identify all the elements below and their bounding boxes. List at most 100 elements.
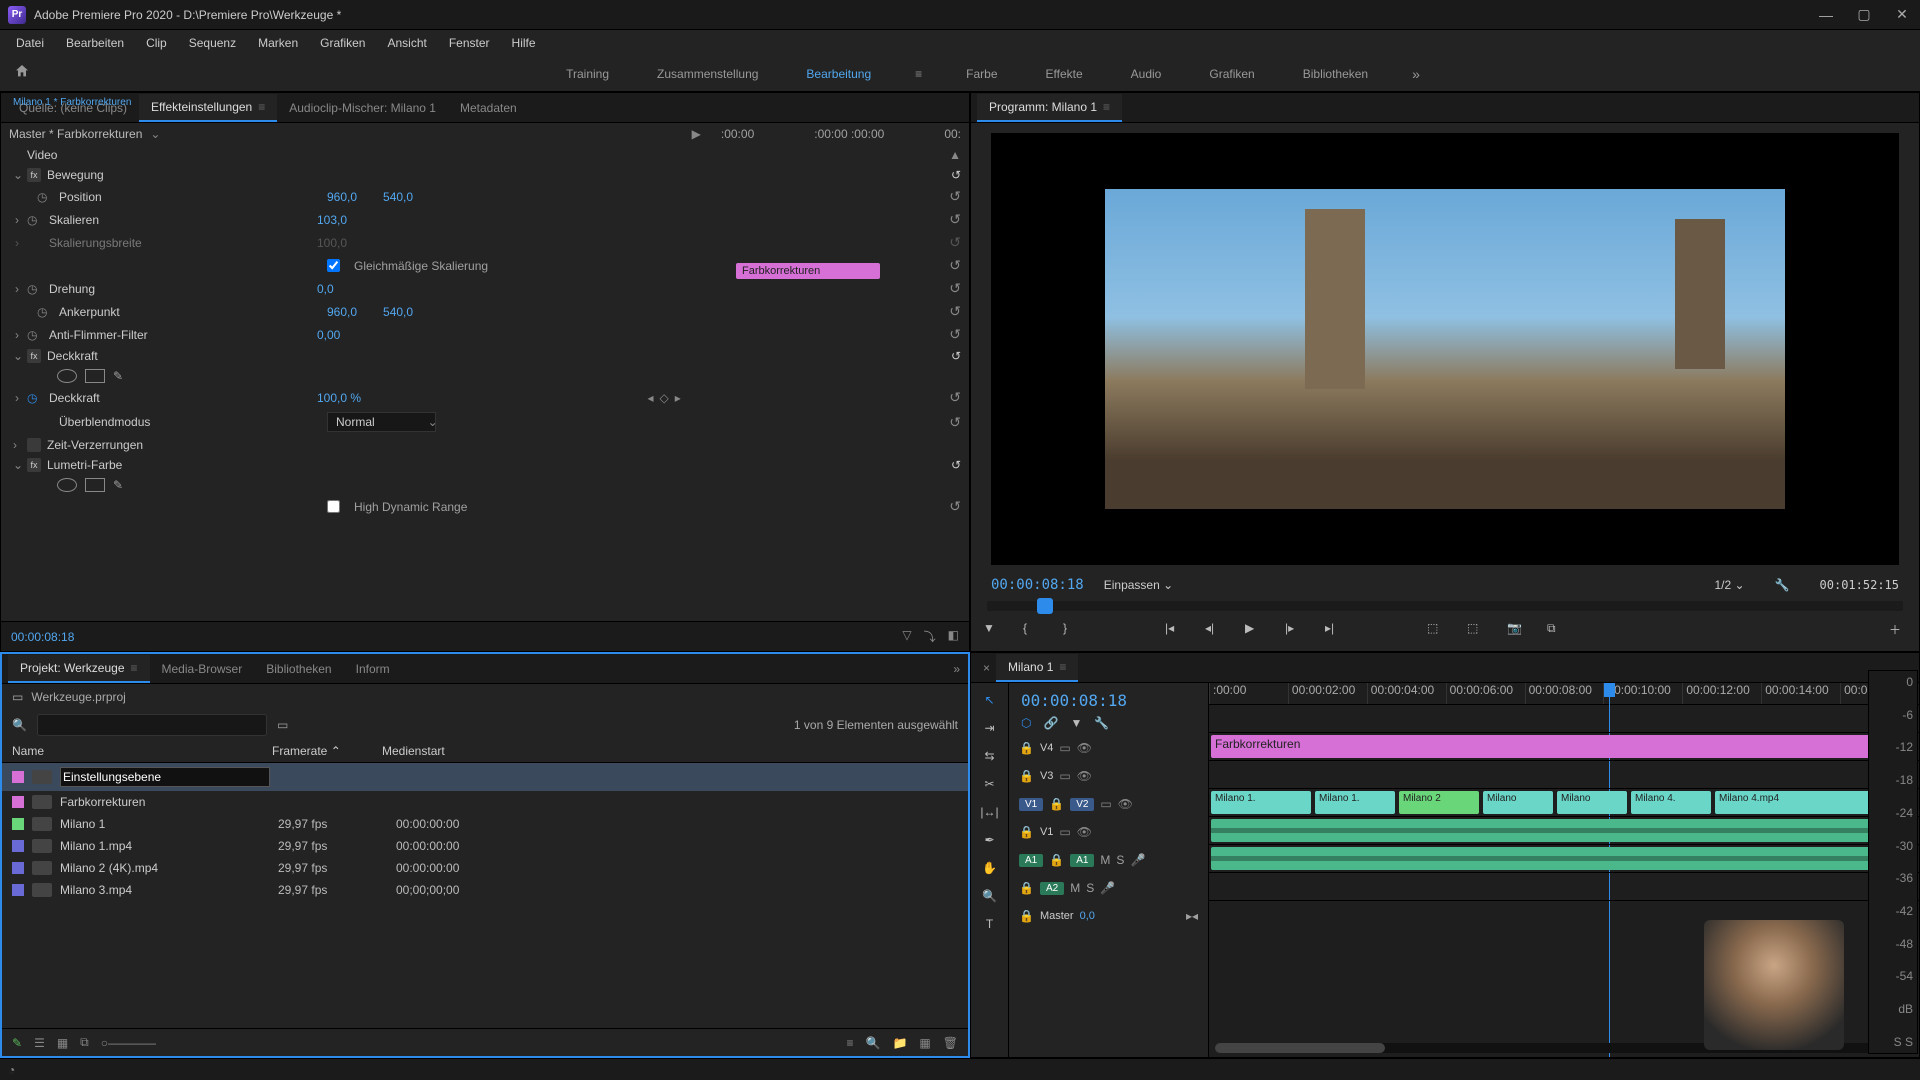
mask-ellipse-icon[interactable] [57, 369, 77, 383]
track-v4-label[interactable]: V4 [1040, 742, 1053, 754]
track-select-tool-icon[interactable]: ⇥ [984, 721, 994, 735]
mute-button[interactable]: M [1100, 853, 1110, 867]
track-a1-tag[interactable]: A1 [1070, 854, 1094, 867]
clip-video[interactable]: Milano 1. [1315, 791, 1395, 814]
workspace-grafiken[interactable]: Grafiken [1205, 59, 1258, 89]
enter-icon[interactable]: ⤵ [924, 628, 936, 645]
anker-y[interactable]: 540,0 [383, 305, 413, 319]
workspace-bibliotheken[interactable]: Bibliotheken [1299, 59, 1372, 89]
lift-icon[interactable]: ⬚ [1427, 621, 1445, 639]
project-row[interactable]: Milano 1 29,97 fps 00:00:00:00 [2, 813, 968, 835]
tab-metadaten[interactable]: Metadaten [448, 95, 529, 121]
close-sequence-icon[interactable]: × [977, 655, 996, 681]
project-row[interactable]: Farbkorrekturen [2, 791, 968, 813]
settings-icon[interactable]: 🔧 [1094, 716, 1109, 730]
list-view-icon[interactable]: ☰ [34, 1036, 45, 1050]
label-color-chip[interactable] [12, 818, 24, 830]
hdr-checkbox[interactable] [327, 500, 340, 513]
mark-in-icon[interactable]: { [1023, 621, 1041, 639]
tab-inform[interactable]: Inform [344, 656, 402, 682]
col-name[interactable]: Name [12, 744, 272, 758]
icon-view-icon[interactable]: ▦ [57, 1036, 68, 1050]
zoom-slider[interactable]: ○———— [101, 1036, 156, 1050]
timeline-timecode[interactable]: 00:00:08:18 [1013, 689, 1204, 712]
program-scrubber[interactable] [987, 601, 1903, 611]
reset-icon[interactable]: ↺ [949, 234, 961, 251]
export-frame-icon[interactable]: 📷 [1507, 621, 1525, 639]
voice-over-icon[interactable]: 🎤 [1130, 853, 1145, 867]
panel-menu-icon[interactable]: ≡ [258, 100, 265, 114]
filter-icon[interactable]: ▽ [902, 628, 911, 645]
lock-icon[interactable]: 🔒 [1019, 881, 1034, 895]
pen-tool-icon[interactable]: ✒ [984, 833, 994, 847]
reset-icon[interactable]: ↺ [949, 389, 961, 406]
reset-icon[interactable]: ↺ [949, 414, 961, 431]
menu-fenster[interactable]: Fenster [439, 32, 500, 54]
next-keyframe-icon[interactable]: ▸ [675, 391, 681, 405]
toggle-output-icon[interactable]: ▭ [1059, 825, 1070, 839]
menu-clip[interactable]: Clip [136, 32, 177, 54]
reset-icon[interactable]: ↺ [949, 280, 961, 297]
home-icon[interactable] [14, 63, 36, 85]
auto-sequence-icon[interactable]: ≡ [847, 1036, 854, 1050]
resolution-dropdown[interactable]: 1/2 ⌄ [1714, 578, 1744, 592]
lock-icon[interactable]: 🔒 [1019, 825, 1034, 839]
freeform-view-icon[interactable]: ⧉ [80, 1035, 89, 1050]
col-framerate[interactable]: Framerate ⌃ [272, 744, 382, 758]
stopwatch-icon[interactable]: ◷ [27, 282, 41, 296]
add-keyframe-icon[interactable]: ◇ [660, 391, 669, 405]
ripple-tool-icon[interactable]: ⇆ [984, 749, 994, 763]
workspace-overflow-icon[interactable]: » [1412, 66, 1420, 82]
find-icon[interactable]: 🔍 [866, 1036, 881, 1050]
zoom-tool-icon[interactable]: 🔍 [982, 889, 997, 903]
project-search-input[interactable] [37, 714, 267, 736]
skalieren-value[interactable]: 103,0 [317, 213, 347, 227]
tab-bibliotheken[interactable]: Bibliotheken [254, 656, 343, 682]
close-button[interactable]: ✕ [1892, 5, 1912, 25]
mask-pen-icon[interactable]: ✎ [113, 478, 133, 492]
toggle-output-icon[interactable]: ▭ [1059, 741, 1070, 755]
position-y[interactable]: 540,0 [383, 190, 413, 204]
track-v1-label[interactable]: V1 [1040, 826, 1053, 838]
lock-icon[interactable]: 🔒 [1049, 853, 1064, 867]
extract-icon[interactable]: ⬚ [1467, 621, 1485, 639]
mask-rect-icon[interactable] [85, 369, 105, 383]
play-icon[interactable]: ▶ [1245, 621, 1263, 639]
reset-icon[interactable]: ↺ [951, 349, 961, 363]
razor-tool-icon[interactable]: ✂ [984, 777, 994, 791]
reset-icon[interactable]: ↺ [949, 498, 961, 515]
project-row[interactable]: Milano 1.mp4 29,97 fps 00:00:00:00 [2, 835, 968, 857]
drehung-value[interactable]: 0,0 [317, 282, 334, 296]
label-color-chip[interactable] [12, 771, 24, 783]
track-master-label[interactable]: Master [1040, 910, 1074, 922]
comparison-icon[interactable]: ⧉ [1547, 621, 1565, 639]
mask-ellipse-icon[interactable] [57, 478, 77, 492]
stopwatch-icon[interactable]: ◷ [27, 391, 41, 405]
label-color-chip[interactable] [12, 862, 24, 874]
reset-icon[interactable]: ↺ [949, 303, 961, 320]
go-to-out-icon[interactable]: ▸| [1325, 621, 1343, 639]
voice-over-icon[interactable]: 🎤 [1100, 881, 1115, 895]
menu-bearbeiten[interactable]: Bearbeiten [56, 32, 134, 54]
lock-icon[interactable]: 🔒 [1019, 769, 1034, 783]
master-value[interactable]: 0,0 [1080, 910, 1095, 922]
menu-marken[interactable]: Marken [248, 32, 308, 54]
tab-media-browser[interactable]: Media-Browser [150, 656, 255, 682]
position-x[interactable]: 960,0 [327, 190, 357, 204]
workspace-farbe[interactable]: Farbe [962, 59, 1001, 89]
step-forward-icon[interactable]: |▸ [1285, 621, 1303, 639]
project-row[interactable] [2, 763, 968, 791]
track-a2-tag[interactable]: A2 [1040, 882, 1064, 895]
mask-rect-icon[interactable] [85, 478, 105, 492]
reset-icon[interactable]: ↺ [949, 326, 961, 343]
clip-video[interactable]: Milano [1557, 791, 1627, 814]
eye-icon[interactable]: 👁 [1077, 769, 1092, 783]
blend-mode-dropdown[interactable]: Normal [327, 412, 436, 432]
eye-icon[interactable]: 👁 [1077, 825, 1092, 839]
workspace-menu-icon[interactable]: ≡ [915, 67, 922, 81]
prev-keyframe-icon[interactable]: ◂ [648, 391, 654, 405]
program-timecode[interactable]: 00:00:08:18 [991, 577, 1084, 593]
mute-button[interactable]: M [1070, 881, 1080, 895]
lock-icon[interactable]: 🔒 [1019, 741, 1034, 755]
track-v3-label[interactable]: V3 [1040, 770, 1053, 782]
